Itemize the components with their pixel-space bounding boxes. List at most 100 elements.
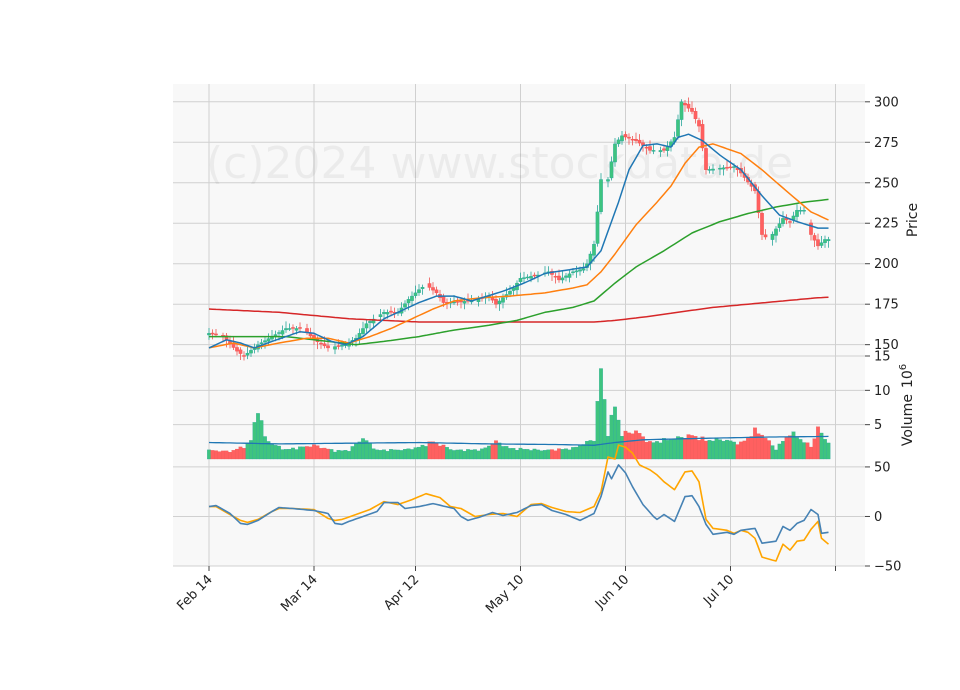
volume-bar (588, 440, 593, 460)
candle-body (644, 146, 649, 149)
volume-bar (434, 442, 439, 460)
volume-bar (574, 446, 579, 460)
candle-body (627, 136, 631, 139)
candle-body (378, 314, 383, 318)
candle-body (361, 328, 365, 334)
x-tick-label: May 10 (483, 572, 527, 616)
volume-bar (585, 441, 589, 460)
candle-body (557, 275, 561, 281)
oscillator-panel (173, 459, 865, 566)
volume-bar (382, 449, 386, 460)
volume-bar (802, 442, 806, 460)
volume-bar (305, 446, 309, 460)
candle-body (592, 244, 596, 256)
candle-body (333, 346, 337, 350)
volume-bar (487, 445, 491, 460)
volume-tick-label: 5 (874, 418, 882, 433)
volume-bar (637, 433, 642, 460)
candle-body (809, 222, 813, 235)
volume-bar (403, 449, 407, 460)
volume-bar (280, 449, 285, 460)
volume-bar (784, 436, 789, 460)
volume-bar (287, 449, 292, 460)
volume-bar (644, 442, 649, 460)
volume-bar (350, 446, 355, 460)
candle-body (235, 347, 239, 352)
price-tick-label: 225 (874, 217, 899, 232)
x-tick-label: Apr 12 (381, 572, 422, 613)
candle-body (777, 223, 782, 228)
candle-body (441, 296, 446, 303)
volume-bar (448, 449, 453, 460)
volume-bar (431, 441, 435, 460)
volume-bar (823, 439, 827, 460)
volume-bar (438, 445, 442, 460)
volume-bar (263, 436, 267, 460)
candle-body (711, 168, 715, 171)
volume-bar (567, 449, 572, 460)
candle-body (259, 342, 264, 345)
stock-chart: (c)2024 www.stockdata.de 150175200225250… (173, 84, 921, 616)
candle-body (522, 277, 526, 279)
candle-body (494, 299, 498, 305)
volume-bar (515, 450, 519, 460)
candle-body (693, 111, 698, 120)
volume-bar (354, 443, 358, 460)
volume-bar (739, 441, 743, 460)
volume-bar (238, 446, 243, 460)
candle-body (322, 343, 327, 347)
candle-body (571, 271, 575, 274)
candle-body (249, 350, 253, 354)
volume-bar (214, 450, 218, 460)
candle-body (728, 166, 733, 169)
candle-body (385, 312, 390, 315)
candle-body (686, 103, 691, 109)
volume-bar (543, 450, 547, 460)
volume-bar (508, 448, 512, 460)
volume-bar (781, 441, 785, 460)
volume-bar (224, 450, 229, 460)
volume-bar (571, 447, 575, 460)
volume-bar (322, 447, 327, 460)
volume-bar (427, 441, 432, 460)
candle-body (497, 300, 502, 304)
volume-bar (606, 436, 610, 460)
volume-bar (816, 426, 820, 460)
volume-bar (473, 449, 477, 460)
volume-bar (399, 450, 404, 460)
volume-bar (742, 440, 747, 460)
volume-bar (735, 444, 740, 460)
volume-bar (728, 440, 733, 460)
volume-bar (655, 441, 659, 460)
volume-bar (767, 440, 771, 460)
volume-bar (235, 448, 239, 460)
candle-body (280, 330, 285, 335)
candle-body (207, 333, 211, 336)
candle-body (756, 191, 761, 213)
volume-bar (406, 448, 411, 460)
volume-bar (826, 442, 831, 460)
volume-bar (291, 447, 295, 460)
volume-bar (795, 437, 799, 460)
volume-bar (550, 449, 554, 460)
volume-bar (798, 439, 803, 460)
candle-body (368, 321, 372, 323)
volume-bar (410, 449, 414, 460)
volume-bar (560, 449, 565, 460)
volume-bar (242, 448, 246, 460)
volume-bar (546, 449, 551, 460)
price-tick-label: 200 (874, 257, 899, 272)
volume-bar (539, 450, 544, 460)
volume-bar (711, 440, 715, 460)
volume-bar (497, 442, 502, 460)
candle-body (406, 299, 411, 304)
price-tick-label: 175 (874, 298, 899, 313)
volume-bar (616, 419, 621, 460)
volume-bar (501, 446, 505, 460)
volume-bar (308, 446, 313, 460)
candle-body (245, 352, 250, 356)
volume-bar (469, 449, 474, 460)
candle-body (819, 242, 824, 246)
volume-bar (648, 441, 652, 460)
volume-bar (259, 420, 264, 460)
